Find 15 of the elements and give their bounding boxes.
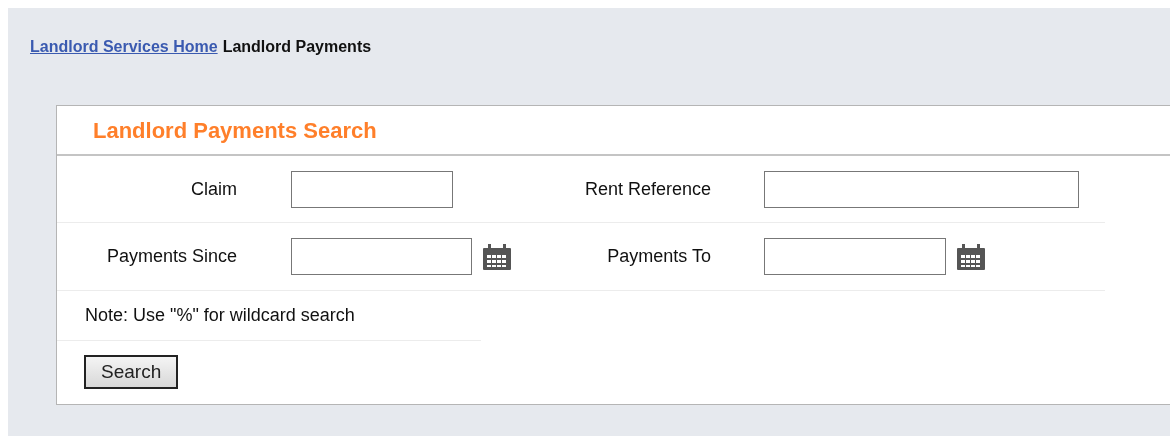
field-label: Payments Since (105, 245, 237, 268)
field-label: Claim (190, 177, 237, 201)
search-button[interactable]: Search (84, 355, 179, 389)
panel-title: Landlord Payments Search (93, 116, 377, 145)
input-field[interactable] (291, 170, 453, 208)
input-field[interactable] (764, 170, 1079, 208)
field-label: Rent Reference (583, 177, 711, 201)
breadcrumb-link[interactable]: Landlord Services Home (30, 35, 218, 59)
calendar-icon[interactable] (956, 242, 986, 271)
field-label: Payments To (606, 245, 711, 268)
breadcrumb-current: Landlord Payments (222, 37, 372, 57)
date-field[interactable] (291, 238, 472, 275)
calendar-icon[interactable] (482, 242, 512, 271)
note-text: Note: Use "%" for wildcard search (85, 304, 355, 327)
date-field[interactable] (764, 238, 946, 275)
